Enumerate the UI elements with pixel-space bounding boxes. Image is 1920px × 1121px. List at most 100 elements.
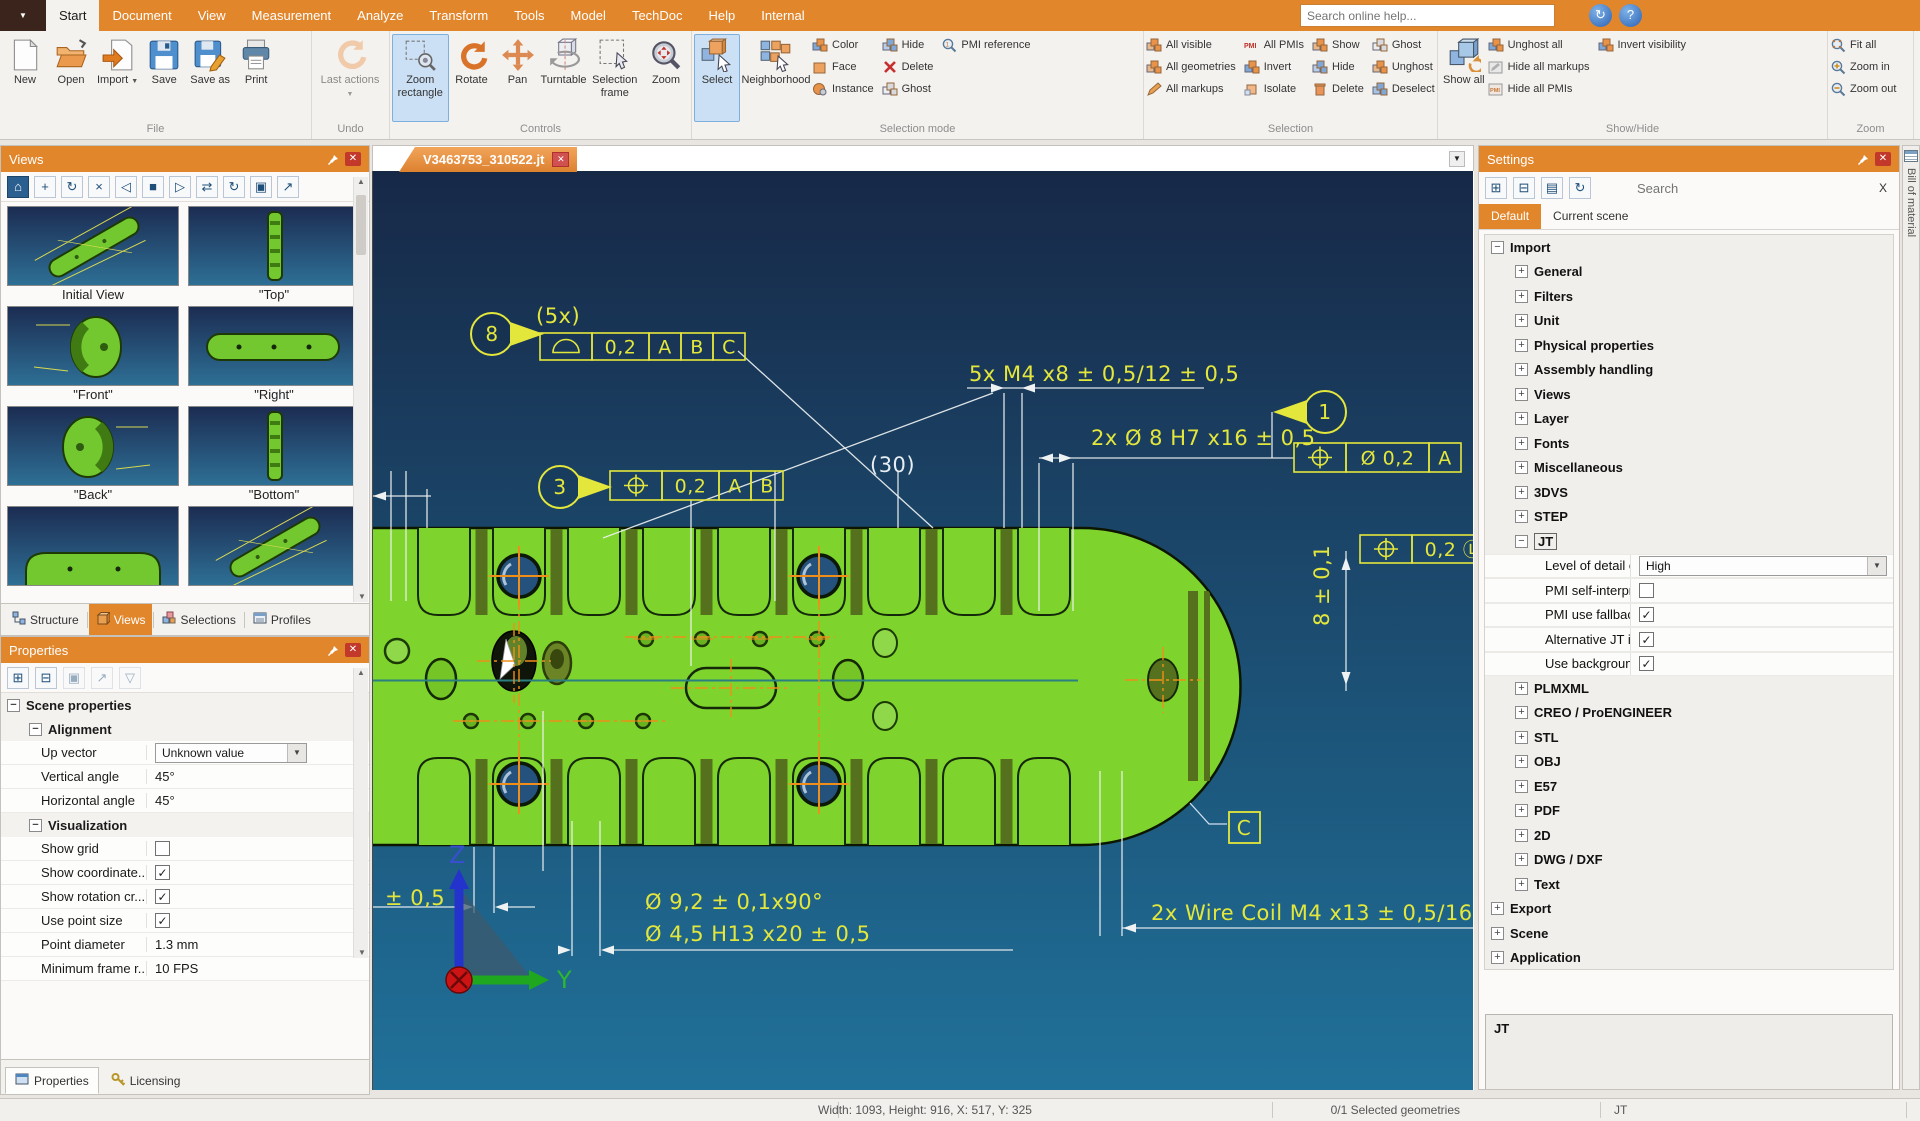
export-icon[interactable]: ↗	[277, 176, 299, 198]
swap-icon[interactable]: ⇄	[196, 176, 218, 198]
settings-tree-row-application[interactable]: +Application	[1485, 946, 1893, 971]
pin-icon[interactable]	[1857, 153, 1869, 165]
ribbon-tab-transform[interactable]: Transform	[416, 0, 501, 31]
online-help-icon[interactable]: ↻	[1589, 4, 1612, 27]
unghost-button[interactable]: Unghost	[1372, 56, 1435, 78]
new-button[interactable]: New	[2, 34, 48, 122]
settings-tree-row-stl[interactable]: +STL	[1485, 725, 1893, 750]
expand-icon[interactable]: +	[1515, 706, 1528, 719]
copy-icon[interactable]: ▣	[250, 176, 272, 198]
rotate-button[interactable]: Rotate	[449, 34, 495, 122]
isolate-button[interactable]: Isolate	[1244, 78, 1304, 100]
tab-views[interactable]: Views	[89, 604, 153, 635]
collapse-all-icon[interactable]: ⊟	[1513, 177, 1535, 199]
tab-profiles[interactable]: Profiles	[246, 604, 318, 635]
expand-all-icon[interactable]: ⊞	[1485, 177, 1507, 199]
document-close-icon[interactable]: ✕	[552, 152, 569, 167]
collapse-icon[interactable]: −	[1515, 535, 1528, 548]
settings-tree-row-2d[interactable]: +2D	[1485, 823, 1893, 848]
settings-tree-row-fonts[interactable]: +Fonts	[1485, 431, 1893, 456]
expand-icon[interactable]: +	[1515, 829, 1528, 842]
settings-tree-row-dwg-dxf[interactable]: +DWG / DXF	[1485, 848, 1893, 873]
face-button[interactable]: Face	[812, 56, 874, 78]
bill-of-material-strip[interactable]: Bill of material	[1902, 145, 1920, 1090]
pmi-use-fallback-imp--checkbox[interactable]: ✓	[1639, 607, 1654, 622]
expand-icon[interactable]: +	[1515, 755, 1528, 768]
ghost-button[interactable]: Ghost	[882, 78, 934, 100]
ribbon-tab-measurement[interactable]: Measurement	[239, 0, 344, 31]
tab-structure[interactable]: Structure	[5, 604, 86, 635]
settings-tree-row-pmi-self-interpretation[interactable]: PMI self-interpretation	[1485, 578, 1893, 603]
hide-button[interactable]: Hide	[1312, 56, 1364, 78]
settings-tab-default[interactable]: Default	[1479, 204, 1541, 229]
settings-tree-row-filters[interactable]: +Filters	[1485, 284, 1893, 309]
invert-visibility-button[interactable]: Invert visibility	[1598, 34, 1686, 56]
fit-all-button[interactable]: Fit all	[1830, 34, 1896, 56]
ribbon-tab-document[interactable]: Document	[99, 0, 184, 31]
alternative-jt-import--checkbox[interactable]: ✓	[1639, 632, 1654, 647]
filter-icon[interactable]: ▽	[119, 667, 141, 689]
expand-icon[interactable]: +	[1515, 461, 1528, 474]
all-geometries-button[interactable]: All geometries	[1146, 56, 1236, 78]
expand-icon[interactable]: +	[1515, 804, 1528, 817]
ribbon-tab-model[interactable]: Model	[558, 0, 619, 31]
all-visible-button[interactable]: All visible	[1146, 34, 1236, 56]
export-icon[interactable]: ↗	[91, 667, 113, 689]
expand-icon[interactable]: +	[1515, 339, 1528, 352]
settings-tree-row-import[interactable]: −Import	[1485, 235, 1893, 260]
expand-icon[interactable]: +	[1515, 878, 1528, 891]
pin-icon[interactable]	[327, 153, 339, 165]
cad-viewport[interactable]: 0,2ABC0,2ABØ 0,2A0,2 ⓁA831C(5x)5x M4 x8 …	[372, 171, 1472, 1090]
collapse-all-icon[interactable]: ⊟	[35, 667, 57, 689]
use-point-size-checkbox[interactable]: ✓	[155, 913, 170, 928]
expand-icon[interactable]: +	[1491, 927, 1504, 940]
update-view-icon[interactable]: ↻	[61, 176, 83, 198]
settings-tree-row-layer[interactable]: +Layer	[1485, 407, 1893, 432]
settings-tree-row-e57[interactable]: +E57	[1485, 774, 1893, 799]
settings-tree-row-pmi-use-fallback-imp-[interactable]: PMI use fallback imp...✓	[1485, 603, 1893, 628]
ghost-button[interactable]: Ghost	[1372, 34, 1435, 56]
ribbon-tab-tools[interactable]: Tools	[501, 0, 557, 31]
home-icon[interactable]: ⌂	[7, 176, 29, 198]
ribbon-tab-start[interactable]: Start	[46, 0, 99, 31]
expand-icon[interactable]: +	[1515, 388, 1528, 401]
delete-button[interactable]: Delete	[882, 56, 934, 78]
zoom-rectangle-button[interactable]: Zoom rectangle	[392, 34, 449, 122]
play-icon[interactable]: ▷	[169, 176, 191, 198]
collapse-icon[interactable]: −	[7, 699, 20, 712]
hide-all-markups-button[interactable]: Hide all markups	[1488, 56, 1590, 78]
close-icon[interactable]: ✕	[1875, 152, 1891, 166]
reset-settings-icon[interactable]: ↻	[1569, 177, 1591, 199]
dimension-text[interactable]: 2x Ø 8 H7 x16 ± 0,5	[1091, 426, 1316, 450]
collapse-icon[interactable]: −	[29, 819, 42, 832]
expand-icon[interactable]: +	[1491, 902, 1504, 915]
level-of-detail-of-tes--select[interactable]: High▼	[1639, 556, 1887, 576]
print-button[interactable]: Print	[233, 34, 279, 122]
expand-icon[interactable]: +	[1515, 853, 1528, 866]
collapse-icon[interactable]: −	[1491, 241, 1504, 254]
tab-selections[interactable]: Selections	[155, 604, 242, 635]
invert-button[interactable]: Invert	[1244, 56, 1304, 78]
zoom-out-button[interactable]: Zoom out	[1830, 78, 1896, 100]
instance-button[interactable]: Instance	[812, 78, 874, 100]
show-coordinate--checkbox[interactable]: ✓	[155, 865, 170, 880]
save-settings-icon[interactable]: ▤	[1541, 177, 1563, 199]
expand-icon[interactable]: +	[1515, 486, 1528, 499]
settings-tree-row-3dvs[interactable]: +3DVS	[1485, 480, 1893, 505]
settings-tree-row-obj[interactable]: +OBJ	[1485, 750, 1893, 775]
save-button[interactable]: Save	[141, 34, 187, 122]
expand-all-icon[interactable]: ⊞	[7, 667, 29, 689]
ribbon-tab-help[interactable]: Help	[696, 0, 749, 31]
dimension-text[interactable]: 8 ± 0,1	[1310, 545, 1334, 626]
settings-tree-row-views[interactable]: +Views	[1485, 382, 1893, 407]
dimension-text[interactable]: ± 0,5	[385, 886, 445, 910]
cycle-icon[interactable]: ↻	[223, 176, 245, 198]
expand-icon[interactable]: +	[1515, 510, 1528, 523]
dimension-text[interactable]: (30)	[870, 453, 915, 477]
unghost-all-button[interactable]: Unghost all	[1488, 34, 1590, 56]
all-markups-button[interactable]: All markups	[1146, 78, 1236, 100]
settings-tree-row-general[interactable]: +General	[1485, 260, 1893, 285]
settings-tree-row-unit[interactable]: +Unit	[1485, 309, 1893, 334]
view-thumbnail[interactable]	[7, 506, 179, 604]
zoom-button[interactable]: Zoom	[643, 34, 689, 122]
